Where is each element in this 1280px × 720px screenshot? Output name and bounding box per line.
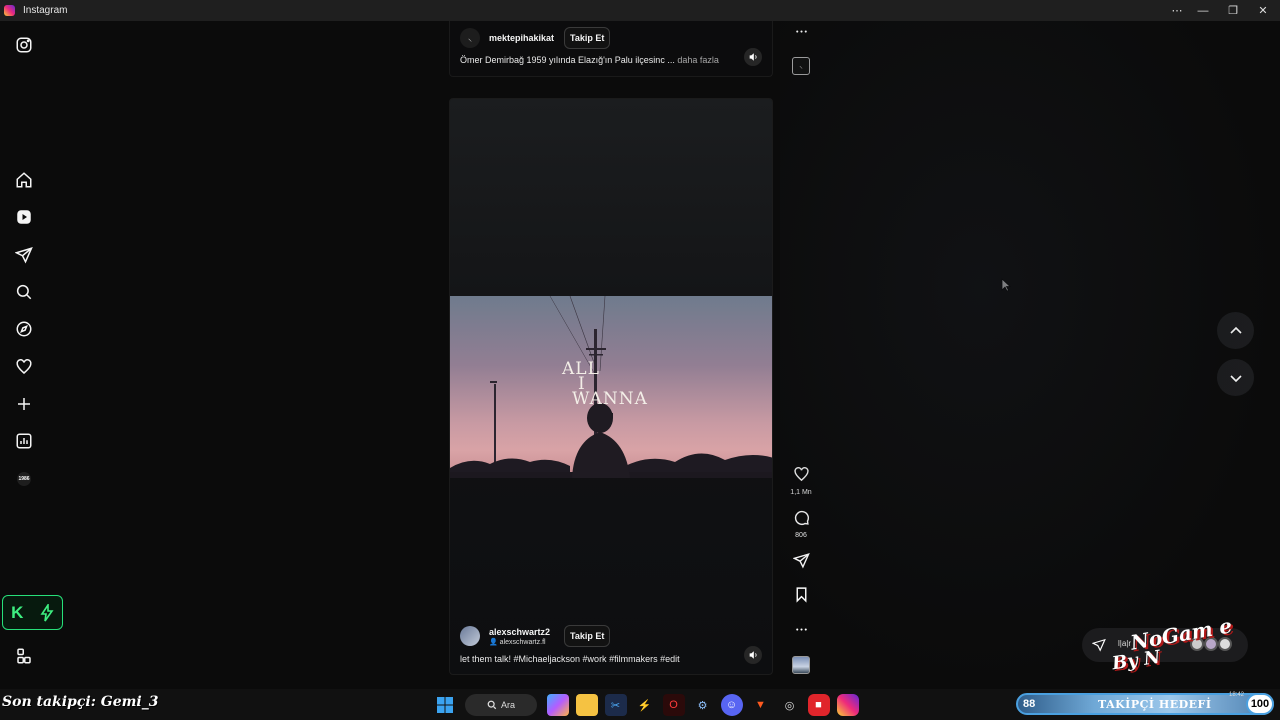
overlay-line-1: ALL: [562, 359, 600, 379]
video-overlay-text: ALL I WANNA: [562, 359, 648, 409]
send-icon: [792, 553, 810, 569]
window-title: Instagram: [23, 5, 68, 16]
home-icon[interactable]: [14, 170, 34, 190]
kick-badge[interactable]: K: [2, 595, 63, 630]
more-link[interactable]: daha fazla: [677, 55, 719, 65]
previous-reel-button[interactable]: [1217, 312, 1254, 349]
goal-target: 100: [1246, 693, 1274, 715]
close-button[interactable]: ✕: [1248, 0, 1278, 21]
snipping-tool-icon[interactable]: ✂: [604, 694, 627, 716]
follower-goal-bar: 88 TAKİPÇİ HEDEFİ 18:42 100: [1016, 692, 1274, 715]
brave-icon[interactable]: ▼: [750, 694, 772, 716]
chrome-icon[interactable]: ◎: [779, 694, 801, 716]
follow-button[interactable]: Takip Et: [564, 27, 611, 49]
minimize-button[interactable]: —: [1188, 0, 1218, 21]
last-follower-text: Son takipçi: Gemi_3: [2, 694, 159, 710]
instagram-app: 1986 K ⸜ mektepihakikat Takip Et Ömer De…: [0, 21, 1280, 689]
avatar[interactable]: ⸜: [460, 28, 480, 48]
speaker-icon: [749, 651, 757, 659]
comment-button[interactable]: 806: [787, 509, 815, 539]
instagram-logo-icon[interactable]: [14, 35, 34, 55]
overlay-line-3: WANNA: [572, 389, 648, 409]
heart-icon: [793, 467, 809, 482]
audio-thumbnail[interactable]: ⸜: [792, 57, 810, 75]
reel-caption[interactable]: Ömer Demirbağ 1959 yılında Elazığ'ın Pal…: [460, 55, 719, 65]
video-frame[interactable]: ALL I WANNA: [450, 296, 772, 478]
audio-label[interactable]: 👤 alexschwartz.fl: [489, 638, 550, 646]
next-reel-button[interactable]: [1217, 359, 1254, 396]
streaming-app-icon[interactable]: ■: [807, 694, 830, 716]
audio-name: alexschwartz.fl: [499, 638, 546, 646]
chevron-down-icon: [1229, 374, 1242, 382]
share-button[interactable]: [787, 552, 815, 574]
restore-button[interactable]: ❐: [1218, 0, 1248, 21]
mouse-cursor-icon: [1001, 278, 1011, 292]
windows-start-icon[interactable]: [434, 694, 456, 716]
taskbar: Ara ✂ ⚡ O ⚙ ☺ ▼ ◎ ■: [430, 692, 862, 718]
owner-info: alexschwartz2 👤 alexschwartz.fl: [489, 627, 550, 646]
instagram-taskbar-icon[interactable]: [836, 694, 859, 716]
like-count: 1,1 Mn: [790, 489, 812, 496]
reel-username[interactable]: alexschwartz2: [489, 627, 550, 637]
like-button[interactable]: 1,1 Mn: [787, 466, 815, 496]
reel-owner-row: alexschwartz2 👤 alexschwartz.fl Takip Et: [460, 625, 611, 647]
comment-icon: [794, 510, 809, 525]
more-dots-icon: [795, 628, 807, 631]
clock-time: 18:42: [1228, 692, 1244, 698]
kick-letter: K: [11, 602, 24, 622]
overlay-pill-text: l|a|r: [1118, 639, 1132, 648]
copilot-icon[interactable]: [546, 694, 569, 716]
profile-icon[interactable]: 1986: [14, 469, 34, 489]
speaker-icon: [749, 53, 757, 61]
audio-thumbnail[interactable]: [792, 656, 810, 674]
search-icon: [487, 700, 497, 710]
reel-previous[interactable]: ⸜ mektepihakikat Takip Et Ömer Demirbağ …: [449, 21, 773, 77]
bottom-bar: Son takipçi: Gemi_3 Ara ✂ ⚡ O ⚙ ☺ ▼ ◎ ■ …: [0, 689, 1280, 720]
bookmark-icon: [796, 587, 806, 603]
more-icon[interactable]: [14, 646, 34, 666]
instagram-app-icon: [4, 5, 15, 16]
comment-count: 806: [795, 532, 807, 539]
mute-button[interactable]: [744, 48, 762, 66]
opera-icon[interactable]: O: [662, 694, 685, 716]
save-button[interactable]: [787, 586, 815, 608]
sidebar: 1986 K: [0, 21, 63, 689]
window-titlebar: Instagram ⋯ — ❐ ✕: [0, 0, 1280, 21]
reel-caption[interactable]: let them talk! #Michaeljackson #work #fi…: [460, 654, 680, 664]
bolt-icon: [40, 603, 54, 621]
caption-text: Ömer Demirbağ 1959 yılında Elazığ'ın Pal…: [460, 55, 675, 65]
reels-icon[interactable]: [14, 207, 34, 227]
create-icon[interactable]: [14, 394, 34, 414]
messages-icon[interactable]: [14, 245, 34, 265]
more-dots-icon: [795, 30, 807, 33]
reel-owner-row: ⸜ mektepihakikat Takip Et: [460, 27, 611, 49]
steam-icon[interactable]: ⚙: [692, 694, 714, 716]
search-icon[interactable]: [14, 282, 34, 302]
goal-current: 88: [1023, 698, 1036, 710]
mute-button[interactable]: [744, 646, 762, 664]
app-bolt-icon[interactable]: ⚡: [634, 694, 656, 716]
stream-logo-overlay: l|a|r NoGam e By N: [1082, 613, 1248, 680]
reel-current[interactable]: ALL I WANNA alexschwartz2 👤 alexschwartz…: [449, 98, 773, 675]
discord-icon[interactable]: ☺: [720, 694, 743, 716]
follow-button[interactable]: Takip Et: [564, 625, 611, 647]
goal-label: TAKİPÇİ HEDEFİ: [1098, 697, 1212, 711]
more-options-top[interactable]: [787, 23, 815, 45]
notifications-icon[interactable]: [14, 357, 34, 377]
person-icon: 👤: [489, 638, 498, 646]
taskbar-search-label: Ara: [500, 700, 515, 710]
explore-icon[interactable]: [14, 319, 34, 339]
taskbar-search[interactable]: Ara: [465, 694, 537, 716]
chevron-up-icon: [1229, 326, 1242, 334]
file-explorer-icon[interactable]: [575, 694, 598, 716]
more-options-button[interactable]: [787, 621, 815, 643]
send-icon: [1092, 638, 1106, 652]
avatar[interactable]: [460, 626, 480, 646]
reel-username[interactable]: mektepihakikat: [489, 33, 554, 43]
profile-avatar: 1986: [17, 472, 31, 486]
dashboard-icon[interactable]: [14, 431, 34, 451]
